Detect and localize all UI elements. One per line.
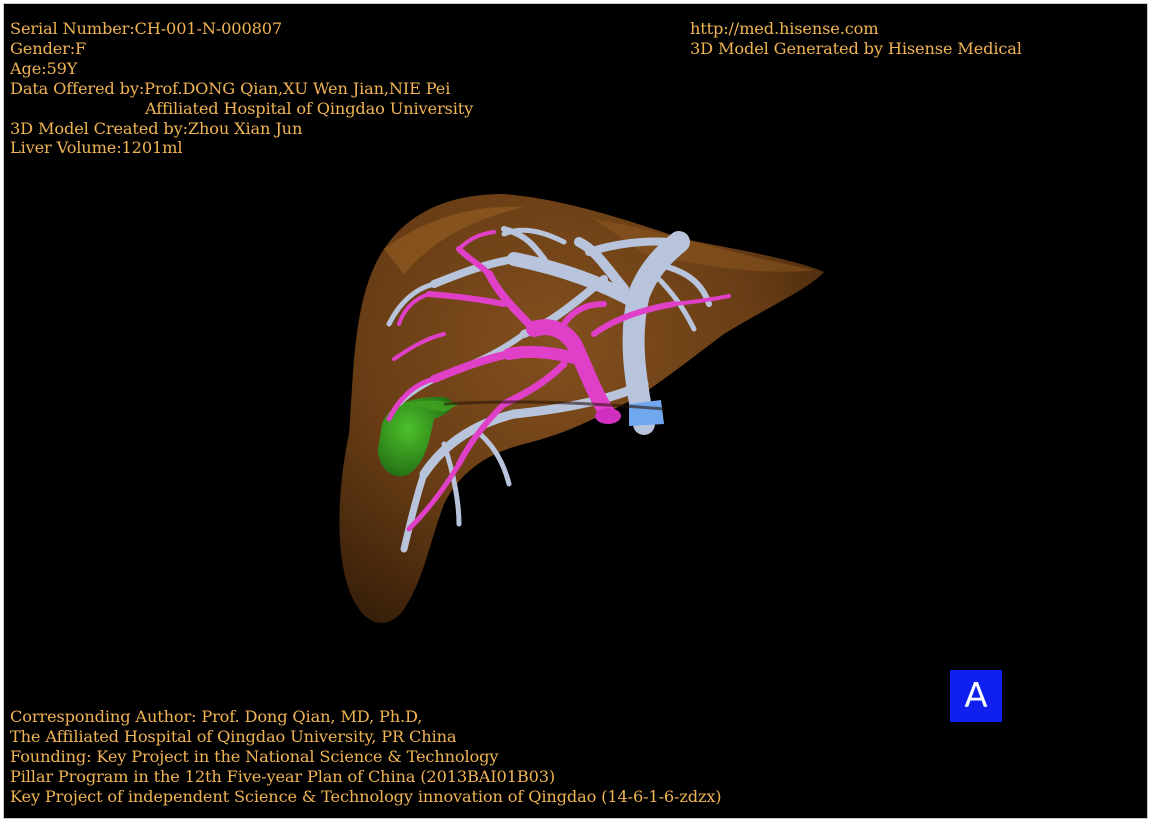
footer-line-5: Key Project of independent Science & Tec…: [10, 786, 722, 806]
generator-credit: 3D Model Generated by Hisense Medical: [690, 38, 1022, 58]
website-url: http://med.hisense.com: [690, 19, 879, 38]
footer-line-2: The Affiliated Hospital of Qingdao Unive…: [10, 726, 457, 746]
footer-credits: Corresponding Author: Prof. Dong Qian, M…: [10, 707, 722, 807]
footer-line-4: Pillar Program in the 12th Five-year Pla…: [10, 766, 556, 786]
panel-label-badge: A: [950, 670, 1002, 722]
generator-info: http://med.hisense.com 3D Model Generate…: [690, 19, 1022, 59]
footer-line-3: Founding: Key Project in the National Sc…: [10, 746, 499, 766]
model-created-by: 3D Model Created by:Zhou Xian Jun: [10, 118, 303, 138]
hospital: Affiliated Hospital of Qingdao Universit…: [145, 98, 474, 118]
patient-info: Serial Number:CH-001-N-000807 Gender:F A…: [10, 19, 473, 158]
data-offered-by: Data Offered by:Prof.DONG Qian,XU Wen Ji…: [10, 78, 451, 98]
serial-number: Serial Number:CH-001-N-000807: [10, 19, 283, 38]
viewer-frame: Serial Number:CH-001-N-000807 Gender:F A…: [3, 3, 1148, 819]
liver-volume: Liver Volume:1201ml: [10, 138, 183, 158]
footer-line-1: Corresponding Author: Prof. Dong Qian, M…: [10, 707, 423, 726]
gender: Gender:F: [10, 38, 87, 58]
age: Age:59Y: [10, 58, 78, 78]
